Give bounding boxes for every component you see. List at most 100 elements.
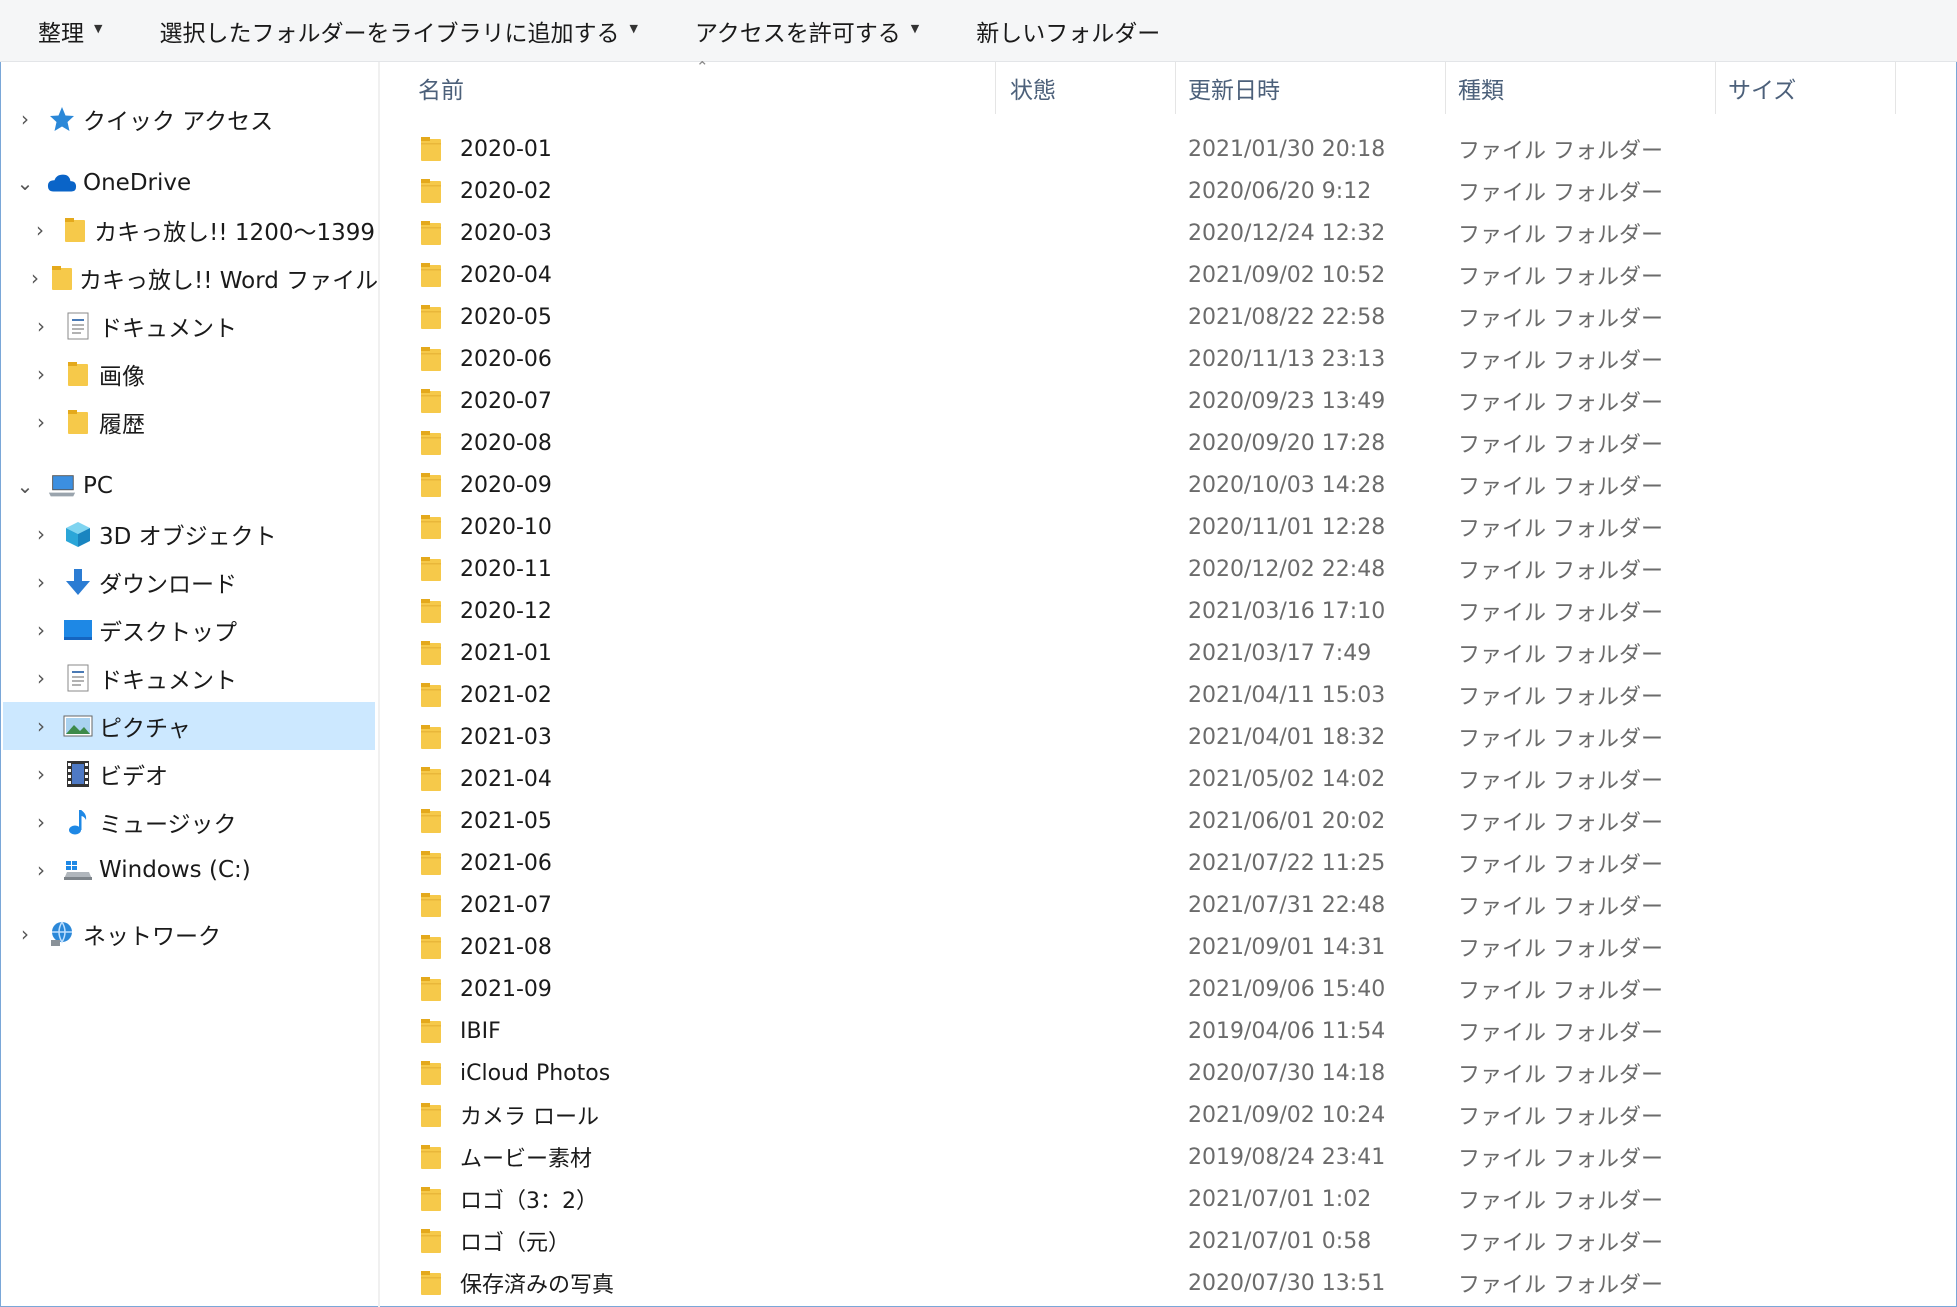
organize-button[interactable]: 整理 ▼ [38, 0, 102, 61]
chevron-right-icon[interactable]: › [15, 922, 35, 946]
file-name: ロゴ（元） [460, 1231, 571, 1256]
nav-pc[interactable]: ⌄ PC [3, 462, 375, 510]
new-folder-button[interactable]: 新しいフォルダー [976, 0, 1160, 61]
file-row[interactable]: 2020-01 2021/01/30 20:18 ファイル フォルダー [380, 128, 1957, 170]
file-name: 2021-06 [460, 850, 552, 876]
music-note-icon [63, 807, 93, 837]
column-divider[interactable] [1175, 62, 1176, 114]
chevron-right-icon[interactable]: › [31, 618, 51, 642]
column-header-size[interactable]: サイズ [1728, 62, 1888, 114]
file-row[interactable]: 2020-02 2020/06/20 9:12 ファイル フォルダー [380, 170, 1957, 212]
file-type: ファイル フォルダー [1458, 517, 1663, 542]
file-row[interactable]: 2021-05 2021/06/01 20:02 ファイル フォルダー [380, 800, 1957, 842]
file-row[interactable]: ロゴ（元） 2021/07/01 0:58 ファイル フォルダー [380, 1220, 1957, 1262]
nav-downloads[interactable]: › ダウンロード [3, 558, 375, 606]
chevron-right-icon[interactable]: › [31, 666, 51, 690]
file-row[interactable]: IBIF 2019/04/06 11:54 ファイル フォルダー [380, 1010, 1957, 1052]
file-row[interactable]: カメラ ロール 2021/09/02 10:24 ファイル フォルダー [380, 1094, 1957, 1136]
folder-icon [421, 221, 441, 245]
file-row[interactable]: 2020-11 2020/12/02 22:48 ファイル フォルダー [380, 548, 1957, 590]
chevron-right-icon[interactable]: › [31, 218, 49, 242]
chevron-right-icon[interactable]: › [31, 266, 39, 290]
file-row[interactable]: 2021-08 2021/09/01 14:31 ファイル フォルダー [380, 926, 1957, 968]
file-row[interactable]: 2021-07 2021/07/31 22:48 ファイル フォルダー [380, 884, 1957, 926]
file-row[interactable]: 2020-06 2020/11/13 23:13 ファイル フォルダー [380, 338, 1957, 380]
chevron-right-icon[interactable]: › [15, 107, 35, 131]
nav-onedrive-folder-1[interactable]: › カキっ放し!! 1200〜1399 [3, 206, 375, 254]
column-header-type[interactable]: 種類 [1458, 62, 1718, 114]
file-modified-date: 2021/08/22 22:58 [1188, 304, 1386, 330]
file-row[interactable]: ムービー素材 2019/08/24 23:41 ファイル フォルダー [380, 1136, 1957, 1178]
folder-icon [421, 389, 441, 413]
folder-icon [63, 359, 93, 389]
folder-icon [421, 179, 441, 203]
file-type: ファイル フォルダー [1458, 307, 1663, 332]
chevron-right-icon[interactable]: › [31, 762, 51, 786]
nav-label: 3D オブジェクト [99, 524, 277, 550]
file-row[interactable]: 2020-05 2021/08/22 22:58 ファイル フォルダー [380, 296, 1957, 338]
file-row[interactable]: 2020-07 2020/09/23 13:49 ファイル フォルダー [380, 380, 1957, 422]
nav-windows-c[interactable]: › Windows (C:) [3, 846, 375, 894]
nav-network[interactable]: › ネットワーク [3, 910, 375, 958]
chevron-right-icon[interactable]: › [31, 362, 51, 386]
nav-pictures[interactable]: › ピクチャ [3, 702, 375, 750]
file-row[interactable]: 2020-04 2021/09/02 10:52 ファイル フォルダー [380, 254, 1957, 296]
file-row[interactable]: 2021-04 2021/05/02 14:02 ファイル フォルダー [380, 758, 1957, 800]
folder-icon [421, 809, 441, 833]
file-row[interactable]: 保存済みの写真 2020/07/30 13:51 ファイル フォルダー [380, 1262, 1957, 1304]
nav-music[interactable]: › ミュージック [3, 798, 375, 846]
chevron-right-icon[interactable]: › [31, 714, 51, 738]
column-header-name[interactable]: 名前 [418, 62, 998, 114]
file-row[interactable]: 2020-10 2020/11/01 12:28 ファイル フォルダー [380, 506, 1957, 548]
file-modified-date: 2021/09/02 10:52 [1188, 262, 1386, 288]
file-type: ファイル フォルダー [1458, 1105, 1663, 1130]
file-row[interactable]: 2021-01 2021/03/17 7:49 ファイル フォルダー [380, 632, 1957, 674]
folder-icon [421, 1103, 441, 1127]
nav-desktop[interactable]: › デスクトップ [3, 606, 375, 654]
chevron-right-icon[interactable]: › [31, 410, 51, 434]
file-row[interactable]: 2020-03 2020/12/24 12:32 ファイル フォルダー [380, 212, 1957, 254]
folder-icon [421, 893, 441, 917]
dropdown-caret-icon: ▼ [629, 22, 638, 35]
file-row[interactable]: 2020-12 2021/03/16 17:10 ファイル フォルダー [380, 590, 1957, 632]
add-to-library-button[interactable]: 選択したフォルダーをライブラリに追加する ▼ [159, 0, 637, 61]
nav-3d-objects[interactable]: › 3D オブジェクト [3, 510, 375, 558]
column-divider[interactable] [1445, 62, 1446, 114]
column-header-status[interactable]: 状態 [1010, 62, 1170, 114]
nav-quick-access[interactable]: › クイック アクセス [3, 95, 375, 143]
nav-onedrive-documents[interactable]: › ドキュメント [3, 302, 375, 350]
nav-onedrive-folder-2[interactable]: › カキっ放し!! Word ファイル [3, 254, 378, 302]
column-divider[interactable] [1715, 62, 1716, 114]
nav-videos[interactable]: › ビデオ [3, 750, 375, 798]
chevron-right-icon[interactable]: › [31, 570, 51, 594]
file-type: ファイル フォルダー [1458, 223, 1663, 248]
nav-documents[interactable]: › ドキュメント [3, 654, 375, 702]
file-name: 2020-06 [460, 346, 552, 372]
file-list: ⌃ 名前 状態 更新日時 種類 サイズ 2020-01 2021/01/30 20… [380, 58, 1957, 1307]
file-row[interactable]: 2021-03 2021/04/01 18:32 ファイル フォルダー [380, 716, 1957, 758]
file-row[interactable]: 2020-09 2020/10/03 14:28 ファイル フォルダー [380, 464, 1957, 506]
chevron-right-icon[interactable]: › [31, 522, 51, 546]
file-row[interactable]: 2021-02 2021/04/11 15:03 ファイル フォルダー [380, 674, 1957, 716]
nav-onedrive-history[interactable]: › 履歴 [3, 398, 375, 446]
file-row[interactable]: iCloud Photos 2020/07/30 14:18 ファイル フォルダー [380, 1052, 1957, 1094]
column-header-date[interactable]: 更新日時 [1188, 62, 1448, 114]
chevron-down-icon[interactable]: ⌄ [15, 171, 35, 195]
file-type: ファイル フォルダー [1458, 1231, 1663, 1256]
nav-onedrive-images[interactable]: › 画像 [3, 350, 375, 398]
file-name: 2020-09 [460, 472, 552, 498]
file-name: カメラ ロール [460, 1105, 599, 1130]
chevron-right-icon[interactable]: › [31, 314, 51, 338]
nav-onedrive[interactable]: ⌄ OneDrive [3, 159, 375, 207]
file-row[interactable]: 2020-08 2020/09/20 17:28 ファイル フォルダー [380, 422, 1957, 464]
chevron-down-icon[interactable]: ⌄ [15, 474, 35, 498]
file-row[interactable]: 2021-06 2021/07/22 11:25 ファイル フォルダー [380, 842, 1957, 884]
column-divider[interactable] [1895, 62, 1896, 114]
file-row[interactable]: 2021-09 2021/09/06 15:40 ファイル フォルダー [380, 968, 1957, 1010]
share-access-button[interactable]: アクセスを許可する ▼ [695, 0, 919, 61]
chevron-right-icon[interactable]: › [31, 810, 51, 834]
chevron-right-icon[interactable]: › [31, 858, 51, 882]
column-divider[interactable] [995, 62, 996, 114]
nav-label: PC [83, 473, 113, 499]
file-row[interactable]: ロゴ（3：2） 2021/07/01 1:02 ファイル フォルダー [380, 1178, 1957, 1220]
